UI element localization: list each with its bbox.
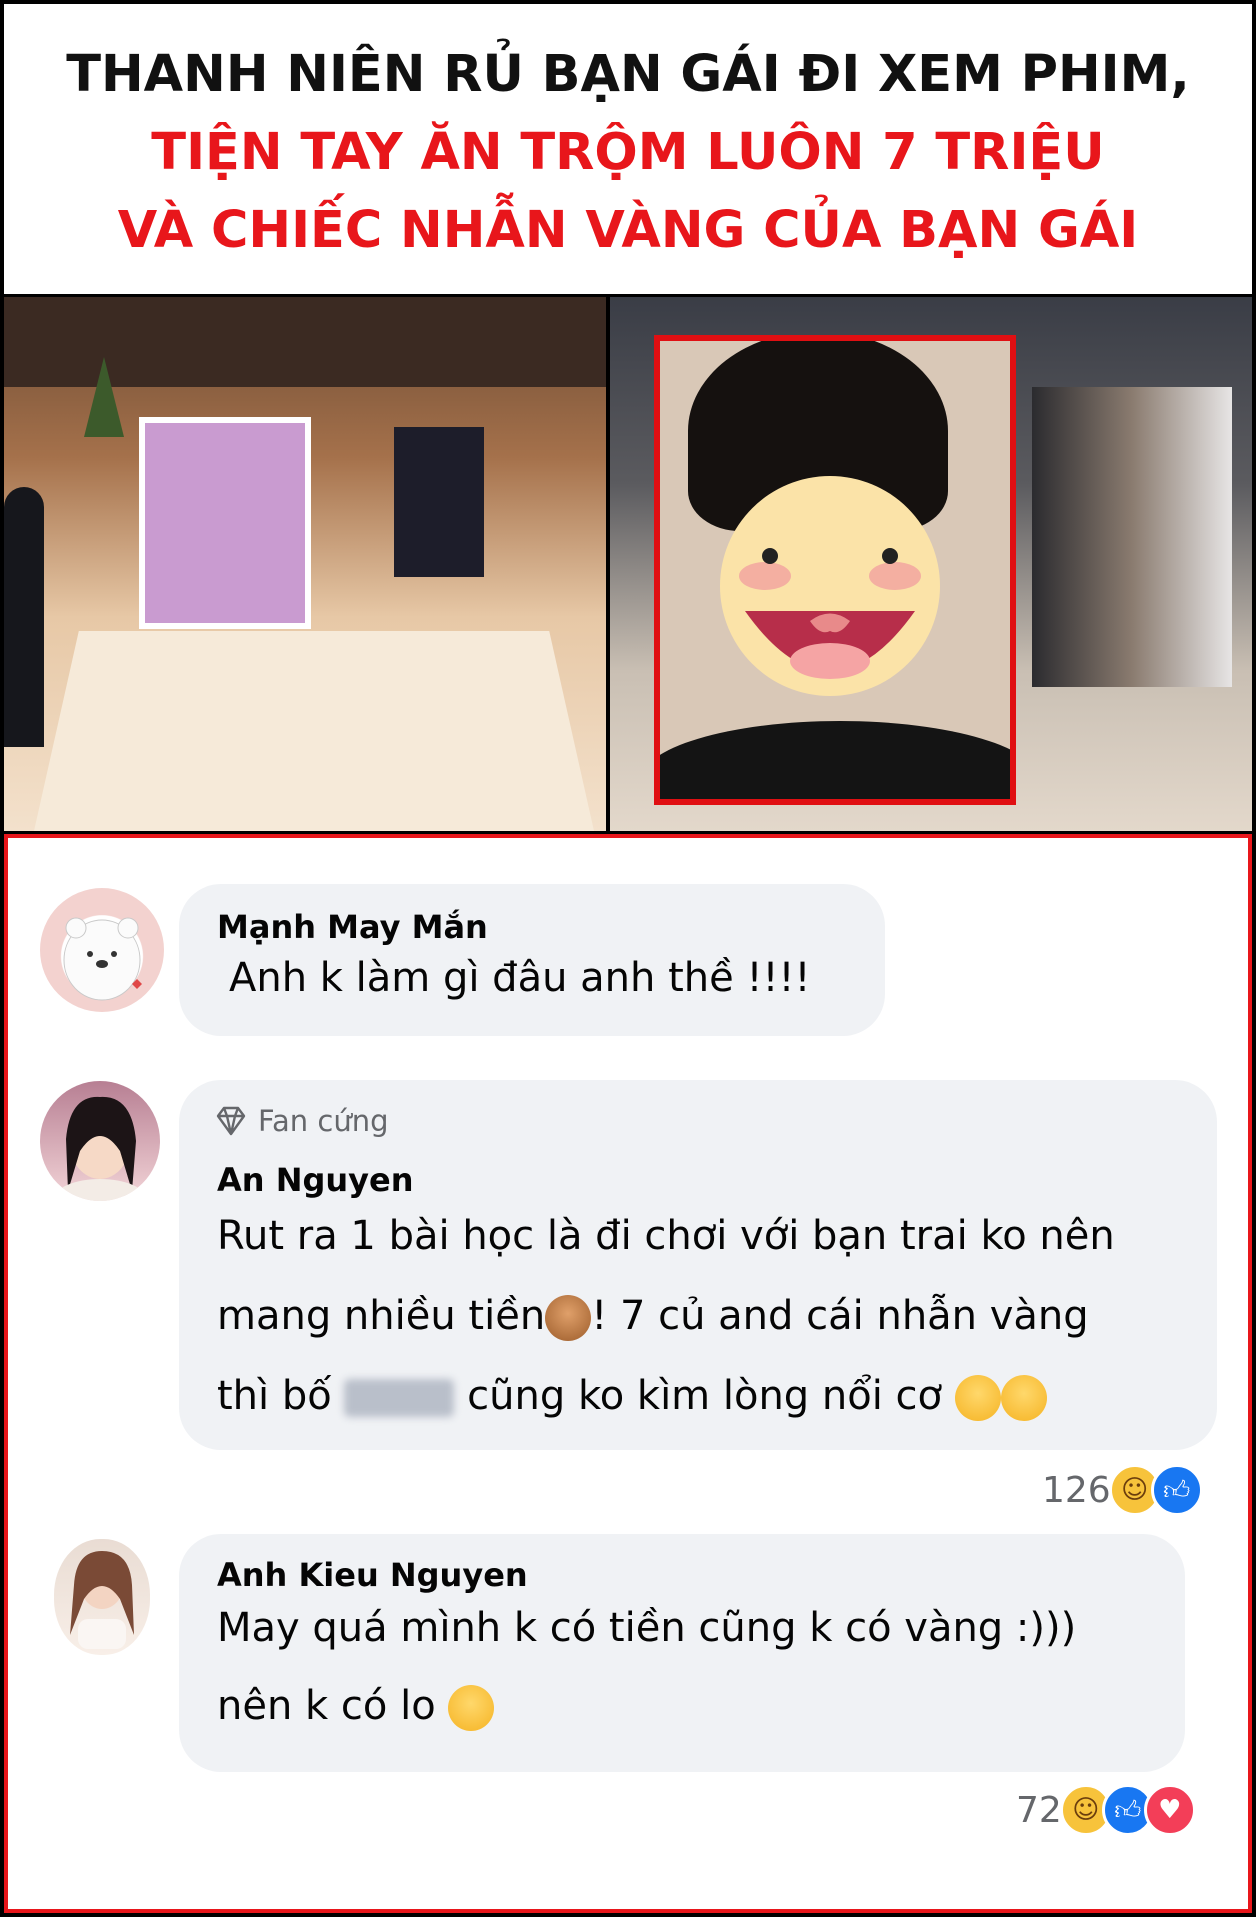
diamond-icon	[216, 1106, 246, 1136]
comment-author[interactable]: Mạnh May Mắn	[217, 908, 488, 946]
comment-text-part: mang nhiều tiền	[217, 1293, 546, 1339]
profile-photo-icon	[70, 1551, 134, 1649]
reaction-count: 72	[1016, 1789, 1062, 1831]
comment-text-line-3: thì bố cũng ko kìm lòng nổi cơ	[217, 1364, 1047, 1428]
comment-text-line-1: May quá mình k có tiền cũng k có vàng :)…	[217, 1605, 1077, 1651]
headline-line-3: VÀ CHIẾC NHẪN VÀNG CỦA BẠN GÁI	[117, 201, 1139, 260]
headline-line-1: THANH NIÊN RỦ BẠN GÁI ĐI XEM PHIM,	[66, 45, 1190, 104]
comment-text: Anh k làm gì đâu anh thề !!!!	[229, 955, 811, 1001]
badge-label: Fan cứng	[258, 1104, 389, 1138]
tears-of-joy-icon	[448, 1685, 495, 1731]
suspect-portrait	[654, 335, 1016, 805]
blurred-name	[344, 1379, 455, 1417]
comment-text-line-2: nên k có lo	[217, 1674, 495, 1738]
comment-text-part: ! 7 củ and cái nhẫn vàng	[591, 1293, 1089, 1339]
avatar[interactable]	[40, 1081, 160, 1201]
comment-author[interactable]: An Nguyen	[217, 1161, 414, 1199]
face-cover-emoji-icon	[720, 476, 940, 696]
avatar[interactable]	[54, 1539, 150, 1655]
cinema-lobby-photo	[4, 297, 606, 831]
headline-line-2: TIỆN TAY ĂN TRỘM LUÔN 7 TRIỆU	[151, 123, 1105, 182]
reaction-summary[interactable]: 126 ☺ 👍︎	[1042, 1464, 1203, 1516]
bear-avatar-icon	[63, 917, 142, 1001]
headline-panel: THANH NIÊN RỦ BẠN GÁI ĐI XEM PHIM, TIỆN …	[4, 4, 1252, 294]
reaction-count: 126	[1042, 1469, 1111, 1511]
comments-panel: Mạnh May Mắn Anh k làm gì đâu anh thề !!…	[4, 834, 1252, 1913]
comment-author[interactable]: Anh Kieu Nguyen	[217, 1556, 528, 1594]
comment-text-part: nên k có lo	[217, 1683, 436, 1729]
comment-text-part: thì bố	[217, 1373, 332, 1419]
top-fan-badge: Fan cứng	[214, 1104, 389, 1138]
post-image-frame: THANH NIÊN RỦ BẠN GÁI ĐI XEM PHIM, TIỆN …	[0, 0, 1256, 1917]
profile-photo-icon	[54, 1096, 146, 1201]
comment-text-line-1: Rut ra 1 bài học là đi chơi với bạn trai…	[217, 1213, 1115, 1259]
pensive-face-icon	[1000, 1375, 1047, 1421]
pensive-face-icon	[954, 1375, 1001, 1421]
photo-collage	[4, 297, 1252, 831]
comment-text-part: cũng ko kìm lòng nổi cơ	[467, 1373, 943, 1419]
see-no-evil-monkey-icon	[545, 1295, 592, 1341]
avatar[interactable]	[40, 888, 164, 1012]
reaction-summary[interactable]: 72 ☺ 👍︎ ♥	[1016, 1784, 1196, 1836]
like-reaction-icon: 👍︎	[1150, 1464, 1203, 1516]
comment-text-line-2: mang nhiều tiền ! 7 củ and cái nhẫn vàng	[217, 1284, 1089, 1348]
love-reaction-icon: ♥	[1143, 1784, 1196, 1836]
